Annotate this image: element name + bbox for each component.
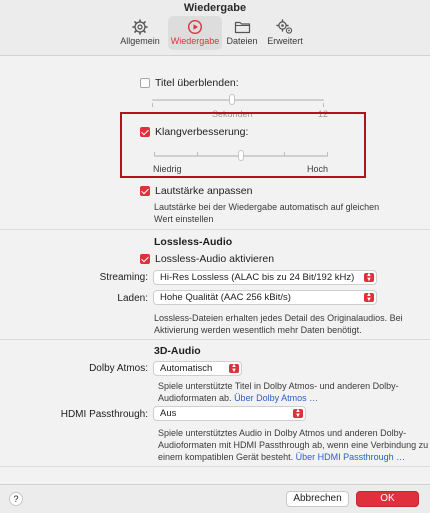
hdmi-passthrough-value: Aus — [160, 408, 177, 419]
highlight-frame — [120, 112, 366, 178]
crossfade-slider-track[interactable] — [152, 99, 324, 101]
help-button[interactable]: ? — [9, 492, 23, 506]
tab-advanced-label: Erweitert — [267, 36, 303, 46]
tab-advanced[interactable]: Erweitert — [264, 16, 306, 50]
sound-check-label: Lautstärke anpassen — [155, 185, 253, 197]
crossfade-checkbox[interactable] — [140, 78, 150, 88]
hdmi-note-text: einem kompatiblen Gerät besteht. — [158, 452, 294, 462]
chevron-updown-icon: ▲ ▼ — [364, 272, 374, 283]
hdmi-note: Spiele unterstütztes Audio in Dolby Atmo… — [158, 428, 407, 438]
gear-icon — [132, 19, 148, 35]
audio3d-section-title: 3D-Audio — [154, 345, 201, 357]
streaming-quality-value: Hi-Res Lossless (ALAC bis zu 24 Bit/192 … — [160, 272, 355, 283]
preferences-toolbar: Allgemein Wiedergabe Dateien Erweitert — [116, 16, 306, 50]
download-label: Laden: — [117, 293, 148, 304]
hdmi-passthrough-label: HDMI Passthrough: — [60, 409, 148, 420]
tab-files[interactable]: Dateien — [224, 16, 260, 50]
dolby-atmos-popup[interactable]: Automatisch ▲ ▼ — [153, 361, 242, 376]
hdmi-passthrough-popup[interactable]: Aus ▲ ▼ — [153, 406, 306, 421]
section-divider — [0, 229, 430, 230]
chevron-updown-icon: ▲ ▼ — [364, 292, 374, 303]
window-title: Wiedergabe — [183, 2, 247, 14]
sound-check-description: Lautstärke bei der Wiedergabe automatisc… — [154, 202, 380, 212]
hdmi-note: Audioformaten mit HDMI Passthrough ab, w… — [158, 440, 429, 450]
sound-check-checkbox[interactable] — [140, 186, 150, 196]
lossless-enable-label: Lossless-Audio aktivieren — [155, 253, 275, 265]
crossfade-tick — [323, 103, 324, 107]
play-circle-icon — [187, 19, 203, 35]
tab-files-label: Dateien — [226, 36, 258, 46]
hdmi-note-line3: einem kompatiblen Gerät besteht. Über HD… — [158, 451, 405, 463]
dolby-atmos-value: Automatisch — [160, 363, 213, 374]
crossfade-slider-knob[interactable] — [229, 94, 235, 105]
section-divider — [0, 466, 430, 467]
lossless-note: Aktivierung werden wesentlich mehr Daten… — [154, 325, 362, 335]
hdmi-passthrough-link[interactable]: Über HDMI Passthrough … — [296, 452, 406, 462]
tab-playback[interactable]: Wiedergabe — [168, 16, 222, 50]
sound-check-description: Wert einstellen — [154, 214, 214, 224]
tab-general[interactable]: Allgemein — [116, 16, 164, 50]
dolby-atmos-label: Dolby Atmos: — [89, 363, 148, 374]
section-divider — [0, 339, 430, 340]
gears-icon — [276, 19, 293, 34]
cancel-button[interactable]: Abbrechen — [286, 491, 349, 507]
ok-button[interactable]: OK — [356, 491, 419, 507]
dolby-atmos-note-line2: Audioformaten ab. Über Dolby Atmos … — [158, 392, 318, 404]
streaming-label: Streaming: — [99, 272, 148, 283]
folder-icon — [234, 21, 250, 34]
streaming-quality-popup[interactable]: Hi-Res Lossless (ALAC bis zu 24 Bit/192 … — [153, 270, 377, 285]
crossfade-label: Titel überblenden: — [155, 77, 239, 89]
tab-playback-label: Wiedergabe — [170, 36, 220, 46]
dialog-footer: ? Abbrechen OK — [0, 484, 430, 513]
dolby-atmos-note: Spiele unterstützte Titel in Dolby Atmos… — [158, 381, 399, 391]
crossfade-tick — [152, 103, 153, 107]
download-quality-value: Hohe Qualität (AAC 256 kBit/s) — [160, 292, 291, 303]
lossless-note: Lossless-Dateien erhalten jedes Detail d… — [154, 313, 403, 323]
chevron-updown-icon: ▲ ▼ — [293, 408, 303, 419]
dolby-atmos-note-text: Audioformaten ab. — [158, 393, 232, 403]
tab-general-label: Allgemein — [120, 36, 160, 46]
chevron-updown-icon: ▲ ▼ — [229, 363, 239, 374]
lossless-section-title: Lossless-Audio — [154, 236, 233, 248]
lossless-enable-checkbox[interactable] — [140, 254, 150, 264]
download-quality-popup[interactable]: Hohe Qualität (AAC 256 kBit/s) ▲ ▼ — [153, 290, 377, 305]
dolby-atmos-link[interactable]: Über Dolby Atmos … — [234, 393, 318, 403]
